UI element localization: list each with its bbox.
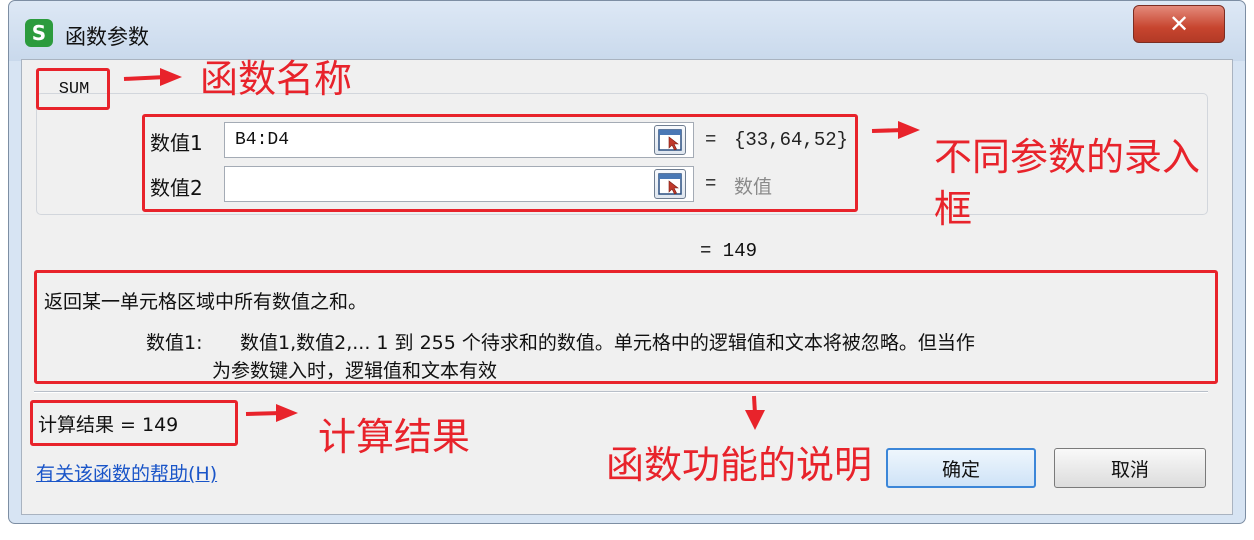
arrow-icon — [245, 404, 298, 422]
annotation-description: 函数功能的说明 — [606, 443, 873, 487]
annotation-inputs-line2: 框 — [934, 187, 973, 231]
arrow-icon — [123, 68, 182, 86]
annotation-calc: 计算结果 — [318, 415, 471, 459]
annotation-inputs-line1: 不同参数的录入 — [934, 135, 1201, 179]
arrow-icon — [871, 121, 920, 139]
arrow-icon — [745, 395, 765, 430]
annotation-func-name: 函数名称 — [200, 57, 353, 101]
